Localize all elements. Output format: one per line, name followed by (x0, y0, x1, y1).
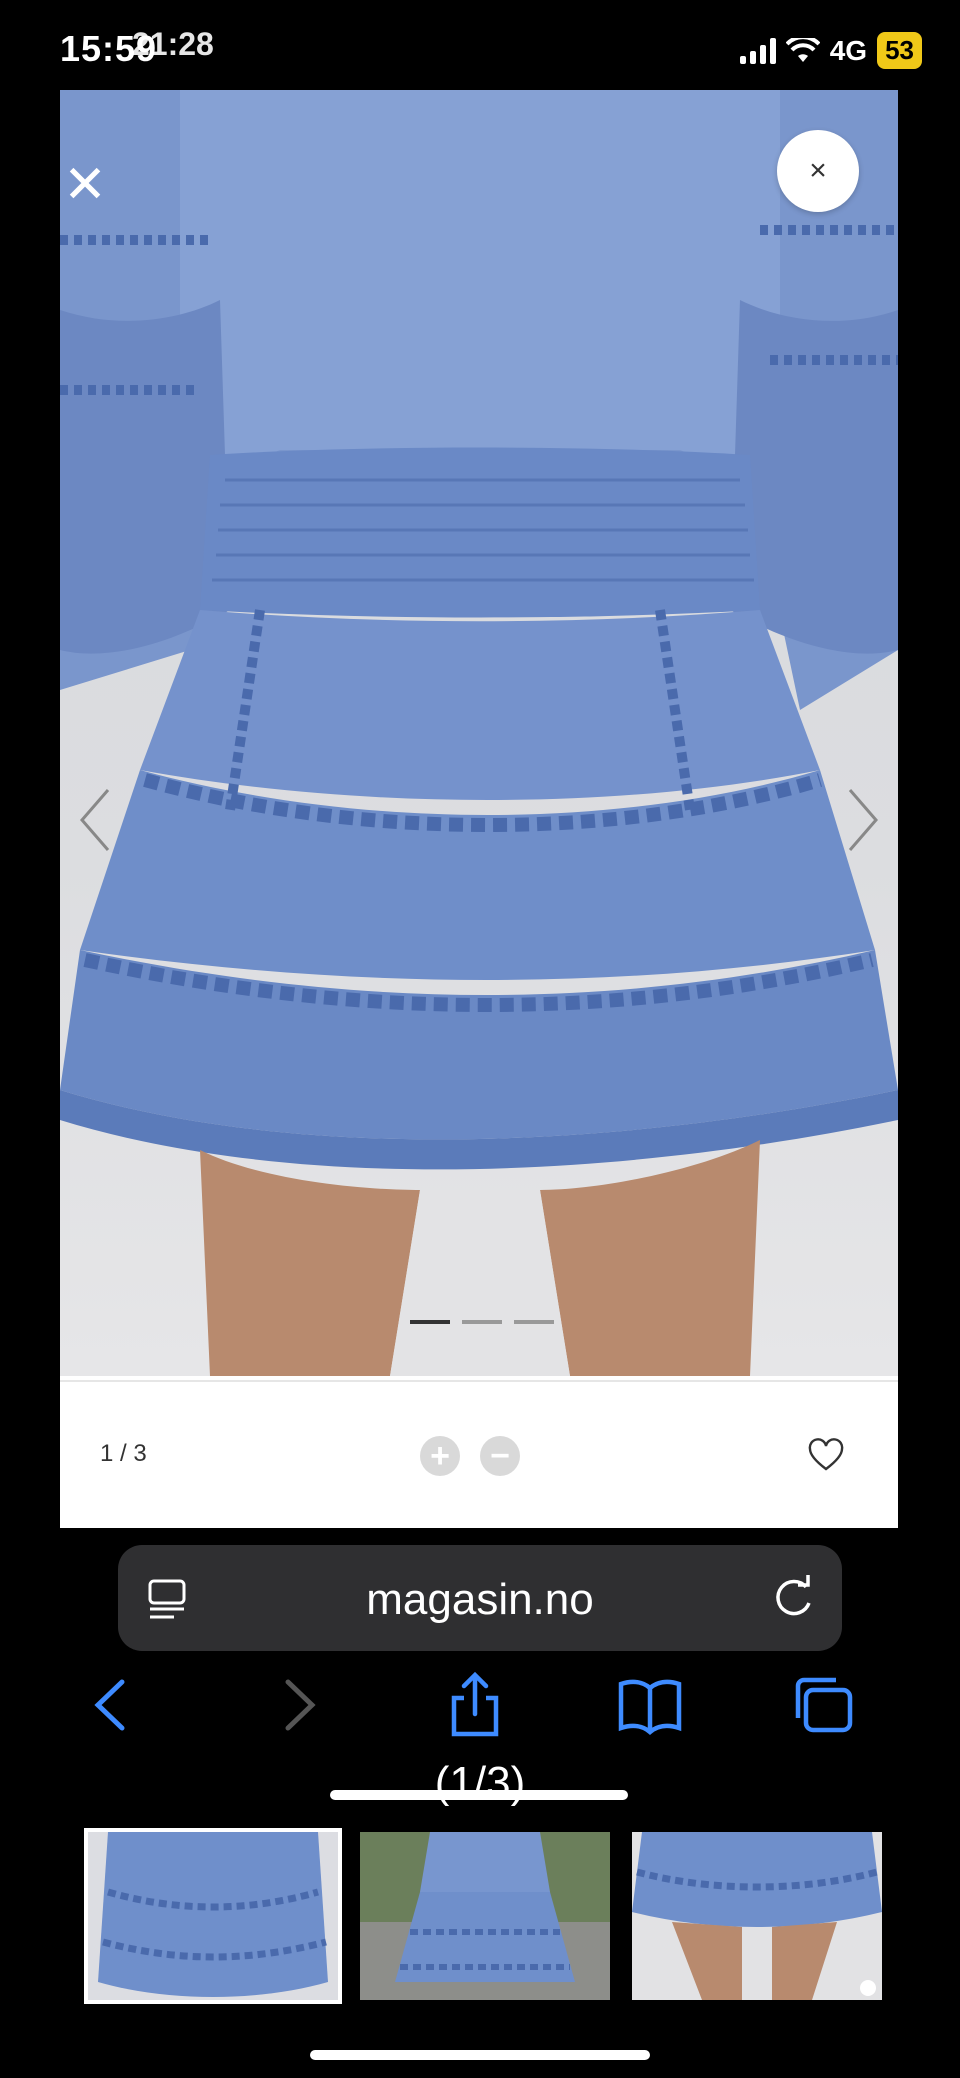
status-icons: 4G 53 (739, 32, 922, 69)
back-icon[interactable] (80, 1670, 150, 1740)
battery-badge: 53 (877, 32, 922, 69)
thumbnail-strip (84, 1828, 882, 2004)
thumb-3-image (632, 1832, 882, 2000)
signal-icon (739, 37, 776, 64)
tabs-icon[interactable] (788, 1670, 858, 1740)
status-bar: 15:59 21:28 4G 53 (0, 0, 960, 90)
image-counter: 1 / 3 (100, 1440, 147, 1467)
url-domain[interactable]: magasin.no (118, 1575, 842, 1625)
reload-icon[interactable] (768, 1573, 818, 1623)
heart-icon[interactable] (808, 1438, 844, 1474)
forward-icon[interactable] (260, 1670, 330, 1740)
address-bar[interactable]: magasin.no (118, 1545, 842, 1651)
next-arrow-icon[interactable] (838, 780, 888, 860)
zoom-out-button[interactable]: − (480, 1436, 520, 1476)
browser-toolbar (60, 1660, 898, 1750)
close-icon[interactable]: ✕ (60, 159, 110, 211)
product-photo[interactable]: ✕ × (60, 90, 898, 1376)
home-indicator (310, 2050, 650, 2060)
screenshot-page-indicator: (1/3) (434, 1758, 526, 1807)
book-icon[interactable] (615, 1670, 685, 1740)
product-image-viewer: ✕ × 1 / 3 + − (60, 90, 898, 1528)
viewer-controls: 1 / 3 + − (60, 1380, 898, 1528)
skirt-photo-illustration (60, 90, 898, 1376)
status-time-overlay: 21:28 (132, 26, 214, 62)
wifi-icon (785, 37, 820, 62)
thumb-2-image (360, 1832, 610, 2000)
carousel-indicator (410, 1320, 554, 1324)
skirt-front-thumb[interactable] (84, 1828, 342, 2004)
previous-arrow-icon[interactable] (70, 780, 120, 860)
thumb-1-image (88, 1832, 338, 2000)
carousel-dot-2[interactable] (462, 1320, 502, 1324)
model-back-thumb[interactable] (360, 1832, 610, 2000)
zoom-in-button[interactable]: + (420, 1436, 460, 1476)
network-label: 4G (829, 34, 868, 66)
share-icon[interactable] (440, 1670, 510, 1740)
carousel-dot-3[interactable] (514, 1320, 554, 1324)
close-viewer-button[interactable]: × (777, 130, 859, 212)
skirt-legs-thumb[interactable] (632, 1832, 882, 2000)
carousel-dot-1[interactable] (410, 1320, 450, 1324)
